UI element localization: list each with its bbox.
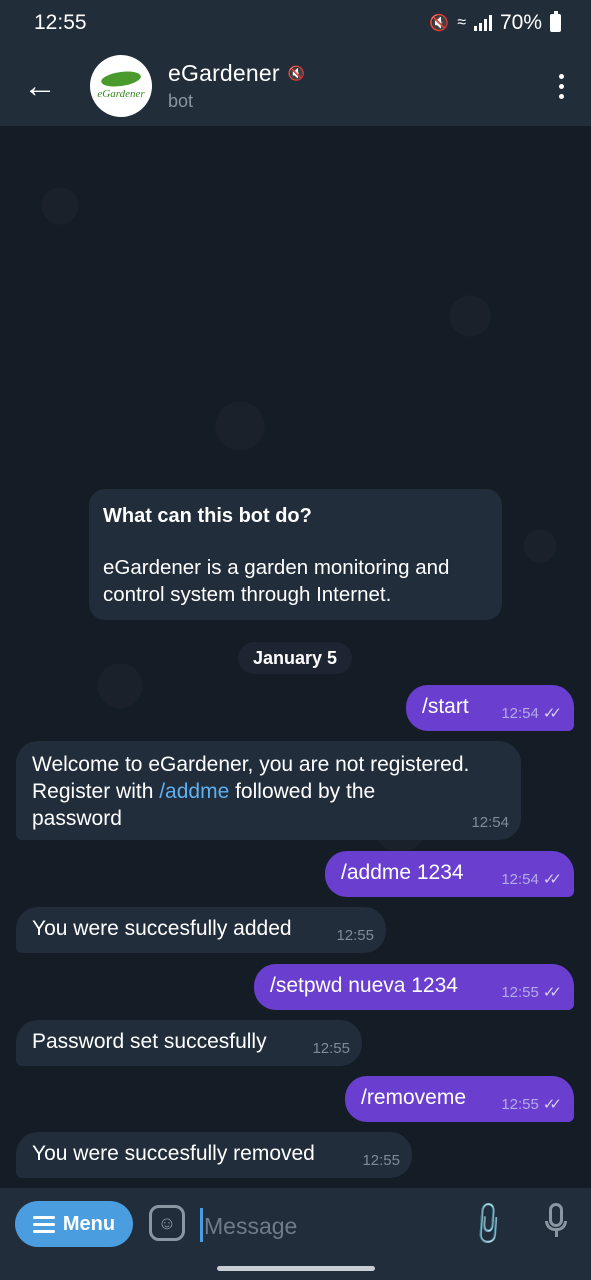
message-time: 12:54 xyxy=(501,870,539,888)
message-bubble-incoming[interactable]: Welcome to eGardener, you are not regist… xyxy=(16,741,521,840)
message-bubble-outgoing[interactable]: /removeme 12:55 ✓✓ xyxy=(345,1076,574,1122)
bot-info-body: eGardener is a garden monitoring and con… xyxy=(103,556,450,606)
message-time: 12:55 xyxy=(362,1152,400,1169)
message-bubble-outgoing[interactable]: /setpwd nueva 1234 12:55 ✓✓ xyxy=(254,964,574,1010)
hamburger-icon xyxy=(32,1215,55,1233)
back-button[interactable]: ← xyxy=(0,46,80,126)
avatar[interactable]: eGardener xyxy=(90,55,152,117)
message-time: 12:55 xyxy=(336,927,374,944)
message-time: 12:54 xyxy=(471,814,509,831)
message-text: /start xyxy=(422,695,469,718)
message-time: 12:55 xyxy=(501,1095,539,1113)
message-text: Password set succesfully xyxy=(32,1030,267,1053)
mute-icon: 🔇 xyxy=(429,15,450,32)
text-cursor xyxy=(200,1208,203,1242)
message-text: /addme 1234 xyxy=(341,861,464,884)
double-check-icon: ✓✓ xyxy=(542,1096,562,1113)
message-input[interactable] xyxy=(204,1206,454,1246)
message-text: You were succesfully added xyxy=(32,917,292,940)
microphone-icon[interactable] xyxy=(538,1203,574,1245)
signal-icon xyxy=(473,15,492,31)
sticker-icon[interactable]: ☺ xyxy=(149,1205,185,1241)
command-link[interactable]: /addme xyxy=(159,780,229,803)
chat-subtitle: bot xyxy=(168,91,194,111)
message-bubble-outgoing[interactable]: /addme 1234 12:54 ✓✓ xyxy=(325,851,574,897)
chat-title: eGardener xyxy=(168,60,280,86)
home-indicator[interactable] xyxy=(217,1266,375,1271)
muted-icon: 🔇 xyxy=(287,65,306,81)
more-options-button[interactable] xyxy=(531,46,591,126)
message-bubble-incoming[interactable]: You were succesfully added 12:55 xyxy=(16,907,386,953)
message-bubble-outgoing[interactable]: /start 12:54 ✓✓ xyxy=(406,685,574,731)
status-bar: 12:55 🔇 ≈ 70% xyxy=(0,0,591,46)
message-text: /removeme xyxy=(361,1086,467,1109)
message-text: /setpwd nueva 1234 xyxy=(270,974,458,997)
date-separator: January 5 xyxy=(238,642,352,674)
status-time: 12:55 xyxy=(34,11,87,34)
leaf-icon xyxy=(100,69,142,89)
wifi-icon: ≈ xyxy=(457,14,466,31)
message-time: 12:54 xyxy=(501,704,539,722)
chat-area[interactable]: What can this bot do? eGardener is a gar… xyxy=(0,126,591,1188)
status-icons: 🔇 ≈ 70% xyxy=(429,11,561,35)
chat-title-block[interactable]: eGardener 🔇 bot xyxy=(168,60,531,112)
double-check-icon: ✓✓ xyxy=(542,871,562,888)
back-arrow-icon: ← xyxy=(23,66,57,105)
avatar-brand-text: eGardener xyxy=(97,88,145,100)
battery-level: 70% xyxy=(499,11,542,34)
message-bubble-incoming[interactable]: You were succesfully removed 12:55 xyxy=(16,1132,412,1178)
message-bubble-incoming[interactable]: Password set succesfully 12:55 xyxy=(16,1020,362,1066)
bot-menu-button[interactable]: Menu xyxy=(15,1201,133,1247)
bot-info-card: What can this bot do? eGardener is a gar… xyxy=(89,489,502,620)
paperclip-icon[interactable]: 📎 xyxy=(461,1197,515,1251)
double-check-icon: ✓✓ xyxy=(542,984,562,1001)
double-check-icon: ✓✓ xyxy=(542,705,562,722)
chat-header: ← eGardener eGardener 🔇 bot xyxy=(0,46,591,126)
bot-info-title: What can this bot do? xyxy=(103,505,312,527)
message-text: You were succesfully removed xyxy=(32,1142,315,1165)
more-vertical-icon xyxy=(558,73,564,79)
message-time: 12:55 xyxy=(312,1040,350,1057)
message-text: Welcome to eGardener, you are not regist… xyxy=(32,753,470,830)
message-time: 12:55 xyxy=(501,983,539,1001)
battery-icon xyxy=(550,11,561,32)
menu-label: Menu xyxy=(62,1212,116,1235)
